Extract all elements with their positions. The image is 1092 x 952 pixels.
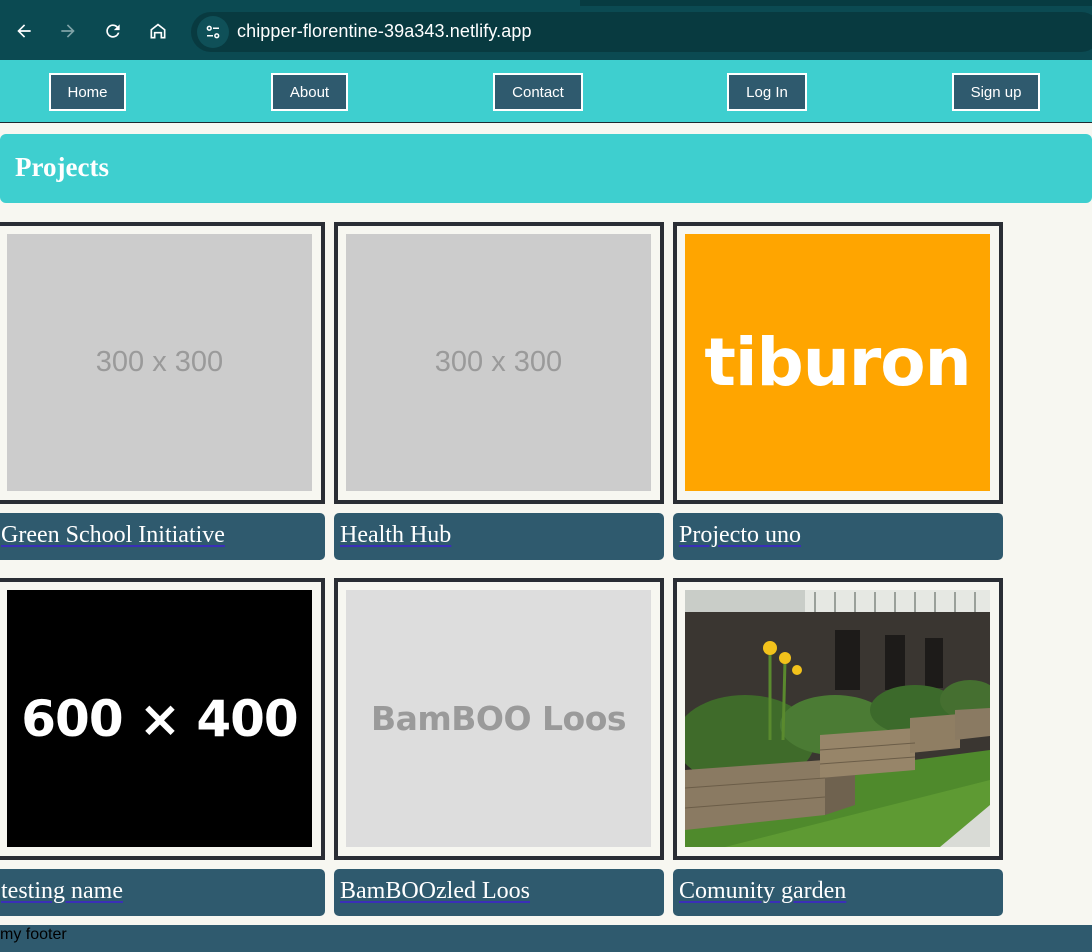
nav-signup-button[interactable]: Sign up <box>952 73 1040 111</box>
project-link[interactable]: Projecto uno <box>679 522 801 549</box>
project-image-frame: 300 x 300 <box>334 222 664 504</box>
reload-icon[interactable] <box>98 16 128 46</box>
back-arrow-icon[interactable] <box>9 16 39 46</box>
project-image: tiburon <box>685 234 990 491</box>
project-image-frame: 300 x 300 <box>0 222 325 504</box>
project-title-bar: Comunity garden <box>673 869 1003 916</box>
project-title-bar: Projecto uno <box>673 513 1003 560</box>
project-image-frame <box>673 578 1003 860</box>
project-image-frame: 600 × 400 <box>0 578 325 860</box>
project-image: 300 x 300 <box>7 234 312 491</box>
project-title-bar: Green School Initiative <box>0 513 325 560</box>
garden-photo <box>685 590 990 847</box>
home-icon[interactable] <box>143 16 173 46</box>
project-link[interactable]: Comunity garden <box>679 878 846 905</box>
site-nav: Home About Contact Log In Sign up <box>0 60 1092 123</box>
projects-banner: Projects <box>0 134 1092 203</box>
nav-home-button[interactable]: Home <box>49 73 126 111</box>
project-image: 600 × 400 <box>7 590 312 847</box>
garden-photo-illustration <box>685 590 990 847</box>
project-link[interactable]: Green School Initiative <box>1 522 225 549</box>
project-title-bar: BamBOOzled Loos <box>334 869 664 916</box>
page-title: Projects <box>15 152 109 182</box>
browser-toolbar: chipper-florentine-39a343.netlify.app <box>0 0 1092 60</box>
tab-strip <box>0 0 1092 6</box>
address-bar[interactable]: chipper-florentine-39a343.netlify.app <box>191 12 1092 52</box>
nav-contact-button[interactable]: Contact <box>493 73 583 111</box>
site-settings-icon[interactable] <box>197 16 229 48</box>
project-title-bar: testing name <box>0 869 325 916</box>
project-image-frame: tiburon <box>673 222 1003 504</box>
forward-arrow-icon[interactable] <box>53 16 83 46</box>
footer-text: my footer <box>0 926 67 943</box>
nav-login-button[interactable]: Log In <box>727 73 807 111</box>
active-tab[interactable] <box>0 0 580 6</box>
project-link[interactable]: Health Hub <box>340 522 451 549</box>
nav-about-button[interactable]: About <box>271 73 348 111</box>
project-link[interactable]: BamBOOzled Loos <box>340 878 530 905</box>
project-image: BamBOO Loos <box>346 590 651 847</box>
project-title-bar: Health Hub <box>334 513 664 560</box>
project-link[interactable]: testing name <box>1 878 123 905</box>
url-text[interactable]: chipper-florentine-39a343.netlify.app <box>237 21 532 42</box>
site-footer: my footer <box>0 925 1092 952</box>
project-image-frame: BamBOO Loos <box>334 578 664 860</box>
project-image: 300 x 300 <box>346 234 651 491</box>
